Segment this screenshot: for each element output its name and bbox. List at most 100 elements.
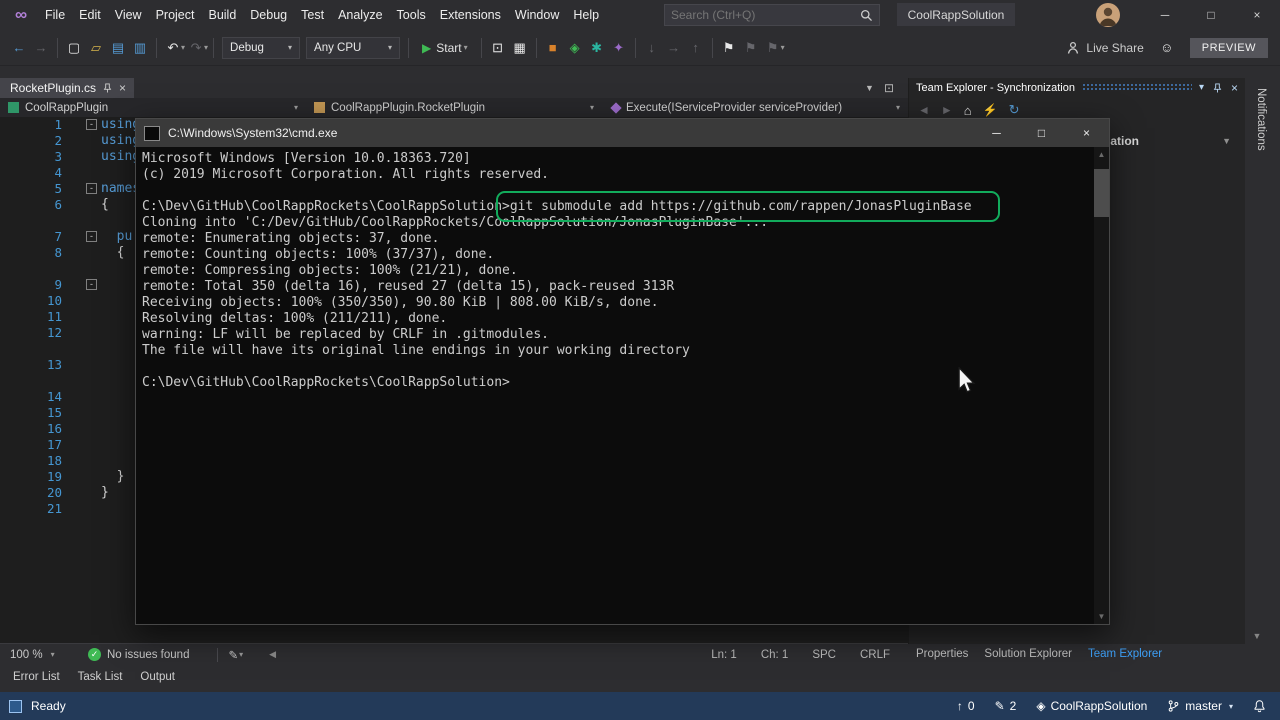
zoom-dropdown[interactable]: 100 % ▾	[0, 649, 70, 661]
member-dropdown[interactable]: Execute(IServiceProvider serviceProvider…	[602, 98, 908, 117]
fold-marker-icon[interactable]	[86, 199, 97, 210]
bell-icon[interactable]	[1253, 699, 1266, 713]
fold-marker-icon[interactable]	[86, 135, 97, 146]
solution-configuration-dropdown[interactable]: Debug▾	[222, 37, 300, 59]
extension-tool-icon-2[interactable]: ◈	[564, 37, 586, 59]
panel-tab[interactable]: Solution Explorer	[976, 646, 1080, 662]
extension-tool-icon-4[interactable]: ✦	[608, 37, 630, 59]
tab-options-icon[interactable]: ⊡	[884, 81, 894, 95]
menu-item[interactable]: Debug	[243, 0, 294, 30]
bookmark-icon[interactable]: ⚑	[718, 37, 740, 59]
pending-edits-button[interactable]: ✎ 2	[995, 699, 1017, 713]
fold-marker-icon[interactable]	[86, 151, 97, 162]
outgoing-commits-button[interactable]: ↑ 0	[957, 699, 975, 713]
active-files-dropdown-icon[interactable]: ▼	[865, 83, 874, 93]
close-button[interactable]: ×	[1234, 0, 1280, 30]
scroll-up-icon[interactable]: ▲	[1094, 150, 1109, 159]
menu-item[interactable]: File	[38, 0, 72, 30]
solution-platform-dropdown[interactable]: Any CPU▾	[306, 37, 400, 59]
performance-profiler-icon[interactable]: ▦	[509, 37, 531, 59]
repository-button[interactable]: ◈ CoolRappSolution	[1036, 699, 1147, 713]
home-icon[interactable]: ⌂	[964, 103, 972, 118]
refresh-icon[interactable]: ↻	[1009, 102, 1020, 118]
scrollbar-thumb[interactable]	[1094, 169, 1109, 217]
panel-tab[interactable]: Properties	[908, 646, 976, 662]
panel-tab[interactable]: Task List	[69, 668, 132, 686]
open-file-icon[interactable]: ▱	[85, 37, 107, 59]
feedback-window-icon[interactable]	[9, 700, 22, 713]
step-out-icon[interactable]: ↑	[685, 37, 707, 59]
minimize-button[interactable]: ─	[1142, 0, 1188, 30]
fold-marker-icon[interactable]	[86, 295, 97, 306]
menu-item[interactable]: Tools	[390, 0, 433, 30]
extension-tool-icon-3[interactable]: ✱	[586, 37, 608, 59]
code-cleanup-button[interactable]: ✎ ▾	[228, 648, 243, 662]
te-back-icon[interactable]: ◄	[918, 103, 930, 117]
previous-bookmark-icon[interactable]: ⚑	[740, 37, 762, 59]
save-all-icon[interactable]: ▥	[129, 37, 151, 59]
user-avatar[interactable]	[1096, 3, 1120, 27]
menu-item[interactable]: Build	[201, 0, 243, 30]
step-into-icon[interactable]: ↓	[641, 37, 663, 59]
fold-marker-icon[interactable]	[86, 423, 97, 434]
start-debugging-button[interactable]: ▶ Start ▾	[414, 41, 476, 55]
fold-marker-icon[interactable]	[86, 247, 97, 258]
te-section-dropdown-icon[interactable]: ▼	[1222, 136, 1231, 146]
extension-tool-icon-1[interactable]: ■	[542, 37, 564, 59]
fold-marker-icon[interactable]	[86, 359, 97, 370]
tool-window-header[interactable]: Team Explorer - Synchronization ▾ ×	[909, 78, 1245, 97]
fold-marker-icon[interactable]: -	[86, 279, 97, 290]
cmd-close-button[interactable]: ×	[1064, 119, 1109, 147]
step-over-icon[interactable]: →	[663, 37, 685, 59]
type-dropdown[interactable]: CoolRappPlugin.RocketPlugin ▾	[306, 98, 602, 117]
cmd-maximize-button[interactable]: □	[1019, 119, 1064, 147]
navigate-backward-icon[interactable]: ←	[8, 37, 30, 59]
fold-marker-icon[interactable]: -	[86, 231, 97, 242]
navigate-forward-icon[interactable]: →	[30, 37, 52, 59]
menu-item[interactable]: Extensions	[433, 0, 508, 30]
solution-name-chip[interactable]: CoolRappSolution	[897, 3, 1015, 26]
notifications-tab[interactable]: Notifications	[1255, 88, 1267, 151]
connect-icon[interactable]: ⚡	[983, 103, 998, 117]
fold-marker-icon[interactable]	[86, 439, 97, 450]
fold-marker-icon[interactable]	[86, 327, 97, 338]
toolbar-options-icon[interactable]: ▾	[781, 43, 785, 52]
pin-icon[interactable]	[1213, 83, 1222, 93]
fold-marker-icon[interactable]: -	[86, 183, 97, 194]
save-icon[interactable]: ▤	[107, 37, 129, 59]
fold-marker-icon[interactable]	[86, 503, 97, 514]
fold-marker-icon[interactable]	[86, 391, 97, 402]
attach-to-process-icon[interactable]: ⊡	[487, 37, 509, 59]
live-share-button[interactable]: Live Share	[1066, 41, 1143, 55]
new-project-icon[interactable]: ▢	[63, 37, 85, 59]
scroll-left-icon[interactable]: ◀	[269, 649, 276, 660]
menu-item[interactable]: Analyze	[331, 0, 389, 30]
tab-rocketplugin-cs[interactable]: RocketPlugin.cs ×	[0, 78, 134, 98]
menu-item[interactable]: Edit	[72, 0, 108, 30]
close-panel-icon[interactable]: ×	[1231, 81, 1238, 95]
issues-indicator[interactable]: ✓ No issues found	[88, 648, 189, 661]
te-forward-icon[interactable]: ►	[941, 103, 953, 117]
send-feedback-icon[interactable]: ☺	[1156, 37, 1178, 59]
menu-item[interactable]: Project	[149, 0, 202, 30]
cmd-titlebar[interactable]: C:\Windows\System32\cmd.exe ─ □ ×	[136, 119, 1109, 147]
fold-marker-icon[interactable]	[86, 471, 97, 482]
fold-marker-icon[interactable]	[86, 407, 97, 418]
maximize-button[interactable]: □	[1188, 0, 1234, 30]
cmd-window[interactable]: C:\Windows\System32\cmd.exe ─ □ × Micros…	[135, 118, 1110, 625]
line-ending-indicator[interactable]: CRLF	[860, 649, 890, 661]
menu-item[interactable]: Test	[294, 0, 331, 30]
fold-marker-icon[interactable]	[86, 311, 97, 322]
fold-marker-icon[interactable]	[86, 487, 97, 498]
fold-marker-icon[interactable]	[86, 167, 97, 178]
search-input[interactable]	[665, 8, 860, 22]
redo-dropdown-icon[interactable]: ▾	[204, 43, 208, 52]
cmd-scrollbar[interactable]: ▲ ▼	[1094, 147, 1109, 624]
preview-badge[interactable]: PREVIEW	[1190, 38, 1268, 58]
panel-tab[interactable]: Team Explorer	[1080, 646, 1170, 662]
menu-item[interactable]: View	[108, 0, 149, 30]
project-dropdown[interactable]: CoolRappPlugin ▾	[0, 98, 306, 117]
close-tab-icon[interactable]: ×	[119, 81, 126, 95]
menu-item[interactable]: Help	[566, 0, 606, 30]
fold-marker-icon[interactable]: -	[86, 119, 97, 130]
